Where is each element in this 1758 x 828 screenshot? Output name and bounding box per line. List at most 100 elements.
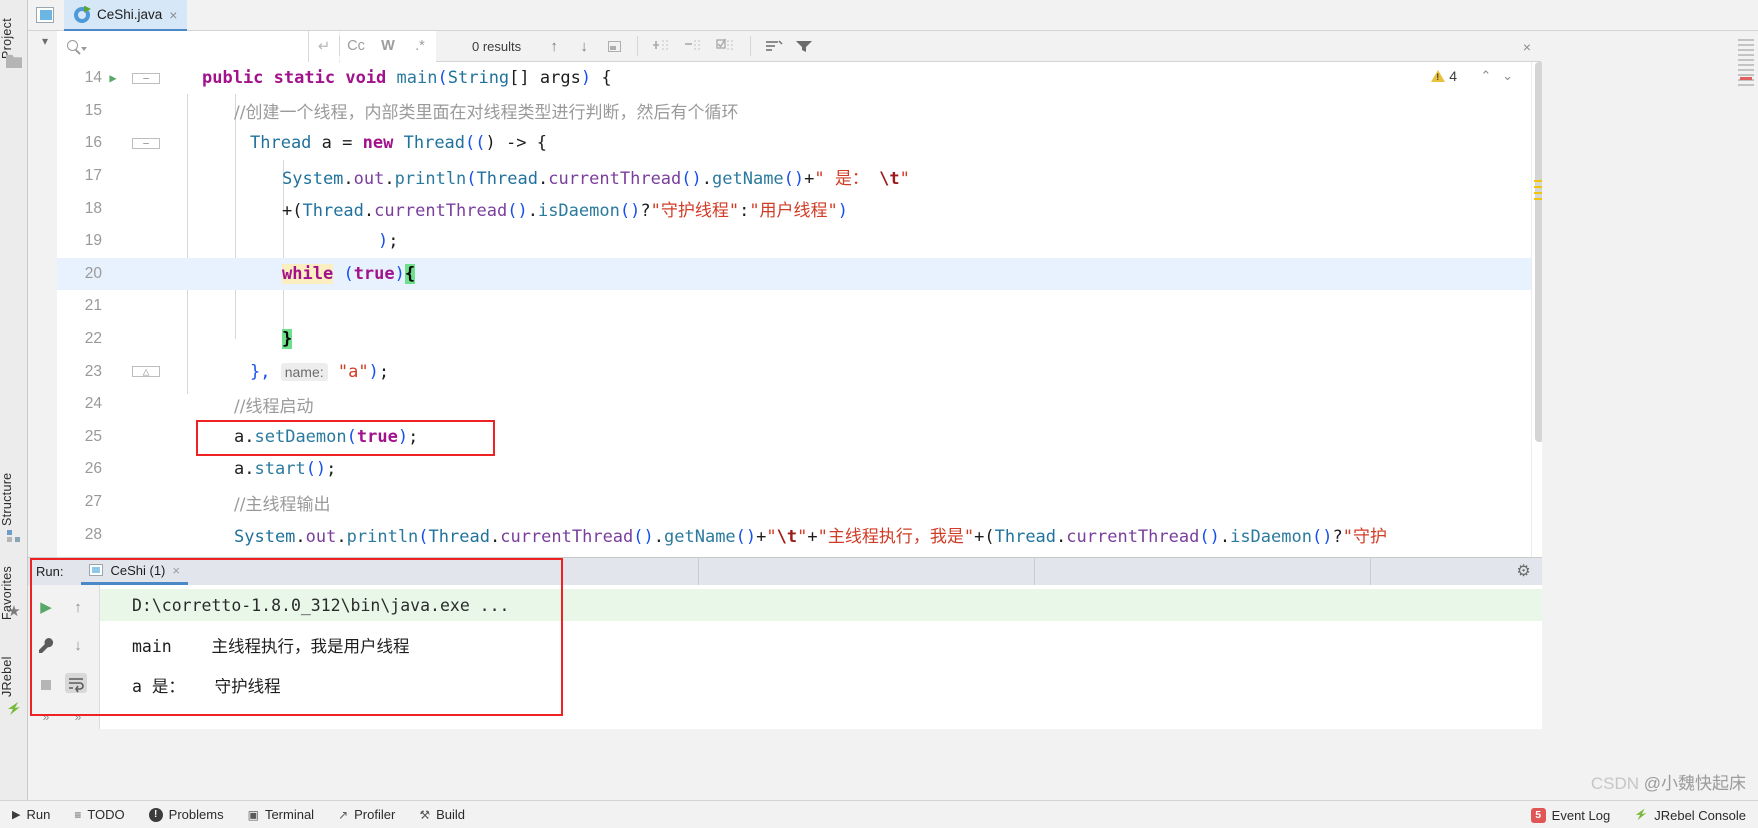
code-line[interactable]: 23 △}, name: "a"); bbox=[57, 355, 1531, 388]
more-actions-left[interactable]: » bbox=[32, 703, 60, 731]
code-line[interactable]: 21 bbox=[57, 290, 1531, 323]
whole-words-toggle[interactable]: W bbox=[372, 30, 404, 62]
line-number: 15 bbox=[84, 101, 102, 119]
status-item-profiler[interactable]: ↗ Profiler bbox=[326, 801, 407, 828]
code-token: ; bbox=[388, 231, 399, 252]
close-icon[interactable]: × bbox=[169, 8, 177, 22]
select-all-checkbox-icon[interactable] bbox=[710, 31, 742, 62]
code-token: . bbox=[336, 527, 347, 548]
scroll-down-button[interactable]: ↓ bbox=[64, 631, 92, 659]
status-item-todo[interactable]: ≡ TODO bbox=[62, 801, 136, 828]
code-line[interactable]: 19); bbox=[57, 225, 1531, 258]
code-token: " 是： bbox=[814, 168, 880, 189]
code-line[interactable]: 14 ▶ − public static void main(String[] arg… bbox=[57, 62, 1531, 95]
code-token: ? bbox=[1332, 527, 1343, 548]
search-icon[interactable] bbox=[67, 39, 78, 51]
code-line[interactable]: 16− Thread a = new Thread(() -> { bbox=[57, 127, 1531, 160]
filter-list-icon[interactable] bbox=[759, 31, 789, 62]
rerun-button[interactable]: ▶ bbox=[32, 593, 60, 621]
editor-tab-ceshi[interactable]: CeShi.java × bbox=[64, 0, 188, 31]
close-icon[interactable]: × bbox=[172, 563, 180, 578]
restore-window-icon[interactable] bbox=[36, 7, 54, 23]
code-token: currentThread bbox=[1066, 527, 1200, 548]
code-token: : bbox=[739, 201, 750, 222]
status-item-label: Terminal bbox=[264, 807, 315, 822]
code-token: " bbox=[899, 168, 910, 189]
status-item-build[interactable]: ⚒ Build bbox=[407, 801, 477, 828]
close-find-icon[interactable]: × bbox=[1523, 39, 1531, 55]
gear-icon[interactable]: ⚙ bbox=[1515, 563, 1532, 580]
console-output[interactable]: D:\corretto-1.8.0_312\bin\java.exe ... m… bbox=[100, 585, 1542, 729]
sidebar-item-jrebel[interactable]: JRebel bbox=[0, 648, 28, 706]
idea-window: Project Structure Favorites ★ JRebel ▾ C… bbox=[0, 0, 1758, 828]
settings-wrench-icon[interactable] bbox=[32, 631, 60, 659]
remove-selection-icon[interactable] bbox=[678, 31, 710, 62]
code-token: static bbox=[273, 68, 336, 89]
inspection-next-icon[interactable]: ⌄ bbox=[1502, 68, 1513, 83]
inspection-nav[interactable]: ⌃ ⌄ bbox=[1480, 68, 1513, 84]
code-line[interactable]: 26 a.start(); bbox=[57, 453, 1531, 486]
scroll-up-button[interactable]: ↑ bbox=[64, 593, 92, 621]
line-number: 24 bbox=[84, 395, 102, 413]
search-history-caret-icon[interactable] bbox=[81, 46, 87, 51]
code-text: //线程启动 bbox=[186, 392, 313, 417]
code-line[interactable]: 18 +(Thread.currentThread().isDaemon()?"守… bbox=[57, 192, 1531, 225]
select-all-occurrences-icon[interactable] bbox=[599, 31, 629, 62]
code-line[interactable]: 22} bbox=[57, 323, 1531, 356]
code-line[interactable]: 17 System.out.println(Thread.currentThrea… bbox=[57, 160, 1531, 193]
code-editor[interactable]: 14 ▶ − public static void main(String[] arg… bbox=[57, 62, 1531, 557]
status-item-terminal[interactable]: ▣ Terminal bbox=[236, 801, 326, 828]
fold-icon[interactable]: − bbox=[132, 137, 160, 149]
code-token: ) bbox=[378, 231, 389, 252]
soft-wrap-button[interactable] bbox=[62, 669, 90, 697]
find-previous-button[interactable]: ↑ bbox=[539, 31, 569, 62]
status-item-event-log[interactable]: 5 Event Log bbox=[1519, 801, 1623, 828]
code-token: + bbox=[807, 527, 818, 548]
status-item-label: Build bbox=[436, 807, 465, 822]
run-tab-ceshi[interactable]: CeShi (1) × bbox=[81, 558, 188, 585]
code-line[interactable]: 24 //线程启动 bbox=[57, 388, 1531, 421]
run-gutter-icon[interactable]: ▶ bbox=[102, 71, 124, 85]
code-token: (( bbox=[465, 133, 486, 154]
add-selection-icon[interactable] bbox=[646, 31, 678, 62]
inspection-prev-icon[interactable]: ⌃ bbox=[1480, 68, 1491, 83]
code-token: . bbox=[527, 201, 538, 222]
fold-icon[interactable]: − bbox=[132, 72, 160, 84]
code-line[interactable]: 27 //主线程输出 bbox=[57, 486, 1531, 519]
code-token: System bbox=[282, 168, 344, 189]
find-next-button[interactable]: ↓ bbox=[569, 31, 599, 62]
filter-icon[interactable] bbox=[789, 31, 819, 62]
run-toolbar: ▶ ↑ ↓ » » bbox=[28, 585, 100, 729]
sidebar-item-structure[interactable]: Structure bbox=[0, 460, 28, 538]
code-token: name: bbox=[280, 362, 328, 381]
jrebel-icon bbox=[6, 700, 22, 716]
divider bbox=[1370, 558, 1371, 585]
code-token: () bbox=[783, 168, 805, 189]
status-item-jrebel-console[interactable]: JRebel Console bbox=[1622, 801, 1758, 828]
search-input[interactable] bbox=[93, 37, 283, 55]
more-actions-right[interactable]: » bbox=[64, 703, 92, 731]
stop-button[interactable] bbox=[32, 671, 60, 699]
find-return-icon[interactable]: ↵ bbox=[309, 30, 339, 62]
inspection-warning-chip[interactable]: 4 bbox=[1431, 68, 1457, 84]
chevron-down-icon[interactable]: ▾ bbox=[38, 34, 52, 48]
match-case-toggle[interactable]: Cc bbox=[340, 30, 372, 62]
results-count: 0 results bbox=[472, 38, 522, 54]
code-token: [] bbox=[509, 68, 540, 89]
status-item-label: Event Log bbox=[1551, 807, 1611, 823]
status-item-run[interactable]: ▶ Run bbox=[0, 801, 62, 828]
divider bbox=[1034, 558, 1035, 585]
code-token: ; bbox=[326, 459, 337, 480]
code-token: System bbox=[234, 527, 296, 548]
status-bar: ▶ Run ≡ TODO ! Problems ▣ Terminal ↗ Pro… bbox=[0, 800, 1758, 828]
code-line[interactable]: 25 a.setDaemon(true); bbox=[57, 421, 1531, 454]
fold-icon[interactable]: △ bbox=[132, 366, 160, 378]
run-tool-window-header: Run: CeShi (1) × ⚙ bbox=[28, 558, 1542, 585]
code-line[interactable]: 15 //创建一个线程，内部类里面在对线程类型进行判断，然后有个循环 bbox=[57, 95, 1531, 128]
code-line[interactable]: 28 System.out.println(Thread.currentThrea… bbox=[57, 518, 1531, 551]
find-toolbar: ↵ Cc W .* 0 results ↑ ↓ × bbox=[57, 30, 1541, 62]
status-item-problems[interactable]: ! Problems bbox=[137, 801, 236, 828]
code-line[interactable]: 20 while (true){ bbox=[57, 257, 1531, 291]
regex-toggle[interactable]: .* bbox=[404, 30, 436, 62]
code-token: () bbox=[305, 459, 327, 480]
